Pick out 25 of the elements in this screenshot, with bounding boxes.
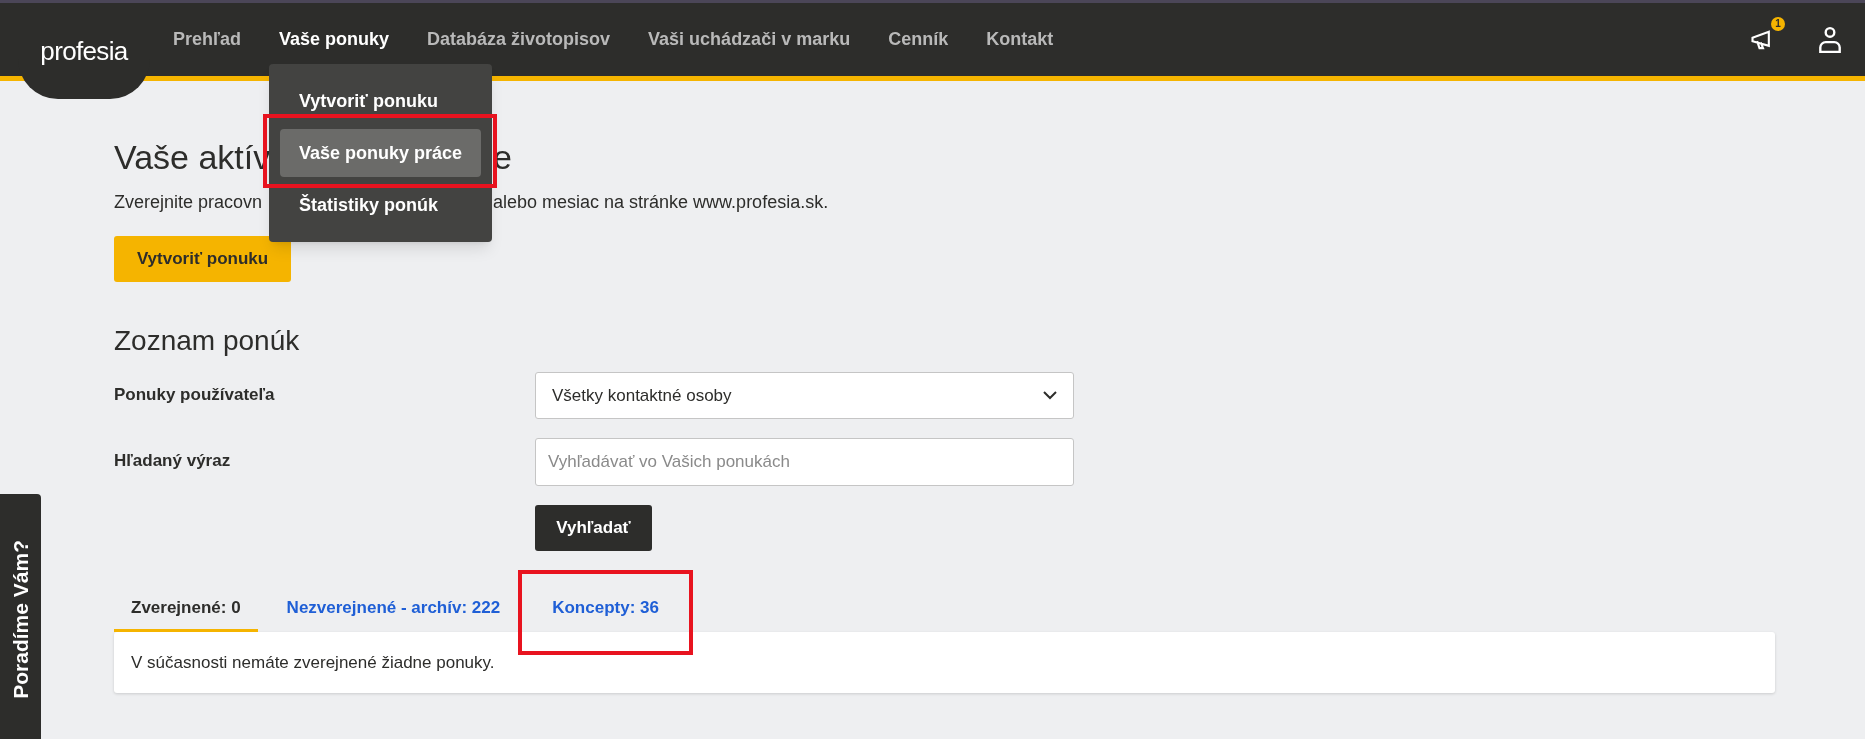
- nav-link[interactable]: Kontakt: [986, 26, 1054, 53]
- dropdown-item[interactable]: Vaše ponuky práce: [280, 129, 481, 177]
- nav-link[interactable]: Databáza životopisov: [427, 26, 611, 53]
- user-icon[interactable]: [1817, 25, 1843, 54]
- intro-text: alebo mesiac na stránke www.profesia.sk.: [493, 191, 829, 214]
- tab[interactable]: Nezverejnené - archív: 222: [269, 586, 518, 632]
- nav-link[interactable]: Prehľad: [173, 26, 241, 53]
- create-offer-button[interactable]: Vytvoriť ponuku: [114, 236, 291, 282]
- dropdown-item[interactable]: Štatistiky ponúk: [280, 181, 481, 229]
- search-field[interactable]: Vyhľadávať vo Vašich ponukách: [535, 438, 1074, 486]
- tab[interactable]: Koncepty: 36: [535, 586, 676, 632]
- chevron-down-icon: [1043, 391, 1057, 400]
- field-label: Ponuky používateľa: [114, 384, 276, 406]
- search-button[interactable]: Vyhľadať: [535, 505, 652, 551]
- dropdown-item[interactable]: Vytvoriť ponuku: [280, 77, 481, 125]
- nav-link[interactable]: Vaši uchádzači v marku: [648, 26, 851, 53]
- help-side-tab[interactable]: Poradíme Vám?: [0, 494, 41, 739]
- empty-message: V súčasnosti nemáte zverejnené žiadne ponuky.: [131, 651, 495, 674]
- intro-text: Zverejnite pracovn: [114, 191, 264, 214]
- nav-link[interactable]: Vaše ponuky: [278, 26, 390, 53]
- nav-link[interactable]: Cenník: [888, 26, 949, 53]
- notification-badge: 1: [1771, 16, 1785, 31]
- section-title: Zoznam ponúk: [114, 324, 301, 358]
- user-select[interactable]: Všetky kontaktné osoby: [535, 372, 1074, 419]
- field-label: Hľadaný výraz: [114, 450, 232, 472]
